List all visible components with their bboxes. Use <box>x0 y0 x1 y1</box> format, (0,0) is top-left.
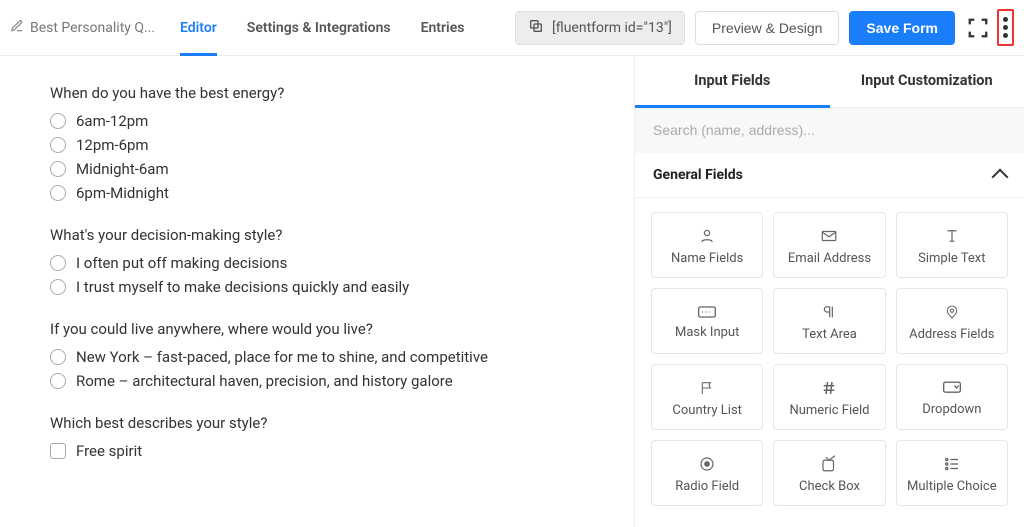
field-check-box[interactable]: Check Box <box>773 440 885 506</box>
field-email-address[interactable]: Email Address <box>773 212 885 278</box>
hash-icon <box>820 379 838 397</box>
field-simple-text[interactable]: Simple Text <box>896 212 1008 278</box>
form-title-text: Best Personality Q... <box>30 20 155 36</box>
radio-icon <box>50 137 66 153</box>
more-menu-button[interactable] <box>997 9 1014 46</box>
shortcode-text: [fluentform id="13"] <box>552 20 672 36</box>
radio-icon <box>50 113 66 129</box>
preview-design-button[interactable]: Preview & Design <box>695 11 840 45</box>
right-sidebar: Input Fields Input Customization General… <box>634 56 1024 527</box>
user-icon <box>698 227 716 245</box>
mail-icon <box>820 227 838 245</box>
field-numeric-field[interactable]: Numeric Field <box>773 364 885 430</box>
chevron-up-icon <box>992 169 1009 186</box>
dropdown-icon <box>942 380 962 396</box>
field-multiple-choice[interactable]: Multiple Choice <box>896 440 1008 506</box>
nav-tabs: Editor Settings & Integrations Entries <box>180 0 464 56</box>
radio-icon <box>50 349 66 365</box>
flag-icon <box>699 379 715 397</box>
radio-option[interactable]: 12pm-6pm <box>50 136 584 154</box>
radio-option[interactable]: 6pm-Midnight <box>50 184 584 202</box>
radio-option[interactable]: I trust myself to make decisions quickly… <box>50 278 584 296</box>
section-title: General Fields <box>653 167 743 183</box>
section-general-fields[interactable]: General Fields <box>635 153 1024 198</box>
radio-option[interactable]: 6am-12pm <box>50 112 584 130</box>
tab-settings[interactable]: Settings & Integrations <box>247 0 391 56</box>
question-city[interactable]: If you could live anywhere, where would … <box>50 320 584 390</box>
mask-icon <box>697 305 717 319</box>
search-fields-wrap <box>635 108 1024 153</box>
radio-option[interactable]: Midnight-6am <box>50 160 584 178</box>
fullscreen-icon[interactable] <box>967 17 989 39</box>
question-style[interactable]: Which best describes your style? Free sp… <box>50 414 584 460</box>
question-label: If you could live anywhere, where would … <box>50 320 584 338</box>
tab-input-customization[interactable]: Input Customization <box>830 56 1024 108</box>
search-fields-input[interactable] <box>653 122 1006 138</box>
field-address-fields[interactable]: Address Fields <box>896 288 1008 354</box>
question-label: What's your decision-making style? <box>50 226 584 244</box>
radio-icon <box>50 185 66 201</box>
radio-option[interactable]: I often put off making decisions <box>50 254 584 272</box>
radio-icon <box>698 455 716 473</box>
field-grid: Name Fields Email Address Simple Text Ma… <box>635 198 1024 520</box>
checkbox-option[interactable]: Free spirit <box>50 442 584 460</box>
field-name-fields[interactable]: Name Fields <box>651 212 763 278</box>
question-energy[interactable]: When do you have the best energy? 6am-12… <box>50 84 584 202</box>
main-layout: When do you have the best energy? 6am-12… <box>0 56 1024 527</box>
dots-vertical-icon <box>1003 17 1008 38</box>
text-icon <box>943 227 961 245</box>
tab-input-fields[interactable]: Input Fields <box>635 56 830 108</box>
field-dropdown[interactable]: Dropdown <box>896 364 1008 430</box>
radio-option[interactable]: New York – fast-paced, place for me to s… <box>50 348 584 366</box>
tab-entries[interactable]: Entries <box>421 0 465 56</box>
radio-icon <box>50 161 66 177</box>
header-bar: Best Personality Q... Editor Settings & … <box>0 0 1024 56</box>
edit-icon <box>10 19 24 37</box>
tab-editor[interactable]: Editor <box>180 0 217 56</box>
radio-icon <box>50 255 66 271</box>
pin-icon <box>944 303 960 321</box>
save-form-button[interactable]: Save Form <box>849 11 955 45</box>
form-canvas: When do you have the best energy? 6am-12… <box>0 56 634 527</box>
list-icon <box>943 455 961 473</box>
radio-icon <box>50 279 66 295</box>
checkbox-icon <box>820 455 838 473</box>
field-country-list[interactable]: Country List <box>651 364 763 430</box>
sidebar-tabs: Input Fields Input Customization <box>635 56 1024 108</box>
form-title[interactable]: Best Personality Q... <box>10 19 160 37</box>
question-decision[interactable]: What's your decision-making style? I oft… <box>50 226 584 296</box>
field-radio-field[interactable]: Radio Field <box>651 440 763 506</box>
copy-icon <box>528 18 544 38</box>
field-mask-input[interactable]: Mask Input <box>651 288 763 354</box>
checkbox-icon <box>50 443 66 459</box>
question-label: Which best describes your style? <box>50 414 584 432</box>
radio-option[interactable]: Rome – architectural haven, precision, a… <box>50 372 584 390</box>
question-label: When do you have the best energy? <box>50 84 584 102</box>
shortcode-box[interactable]: [fluentform id="13"] <box>515 11 685 45</box>
radio-icon <box>50 373 66 389</box>
field-text-area[interactable]: Text Area <box>773 288 885 354</box>
paragraph-icon <box>821 303 837 321</box>
